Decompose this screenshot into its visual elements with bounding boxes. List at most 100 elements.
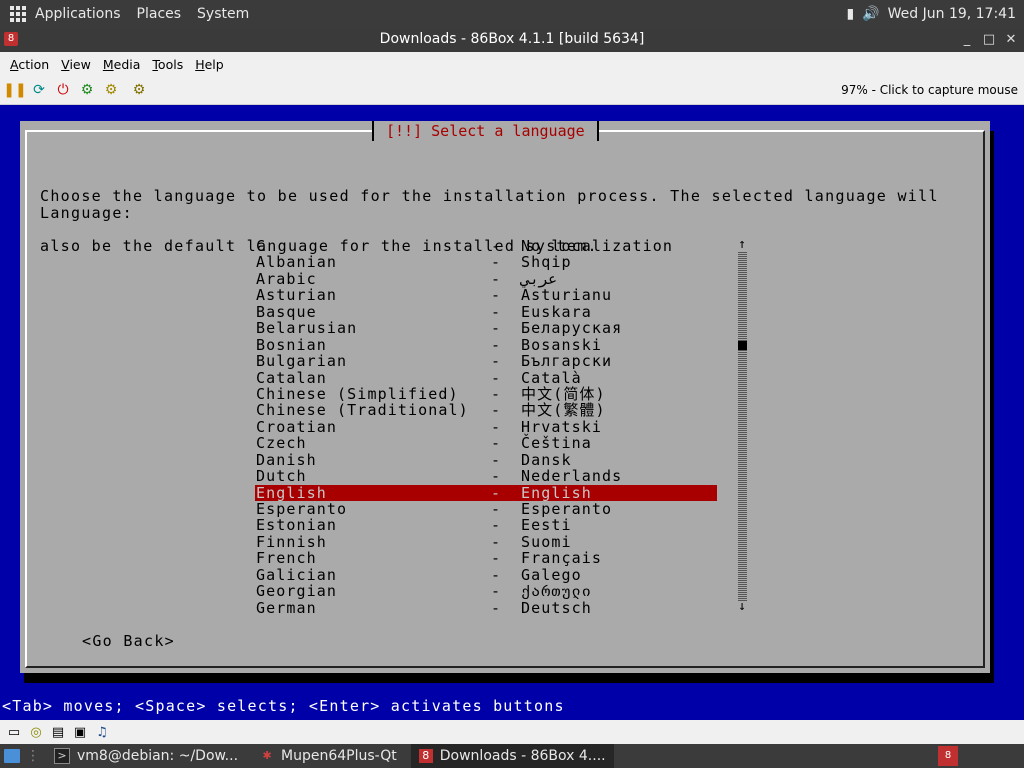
dialog-title: [!!] Select a language (372, 121, 599, 141)
language-separator: - (491, 598, 502, 617)
clock[interactable]: Wed Jun 19, 17:41 (888, 6, 1016, 22)
language-option[interactable]: Catalan - Català (255, 368, 717, 387)
language-option[interactable]: Chinese (Simplified) - 中文(简体) (255, 384, 717, 403)
reset-icon[interactable]: ⟳ (30, 81, 48, 99)
language-native-name: Dansk (521, 450, 572, 469)
scroll-track[interactable] (738, 251, 747, 601)
language-separator: - (491, 253, 502, 272)
language-name: Chinese (Traditional) (256, 401, 469, 420)
menubar: Action View Media Tools Help (0, 52, 1024, 76)
language-separator: - (491, 368, 502, 387)
terminal-icon: > (54, 748, 70, 764)
language-option[interactable]: German - Deutsch (255, 598, 717, 617)
language-option[interactable]: Finnish - Suomi (255, 532, 717, 551)
menu-view[interactable]: View (61, 57, 91, 72)
language-name: Finnish (256, 532, 327, 551)
language-separator: - (491, 401, 502, 420)
applications-menu[interactable]: Applications (35, 6, 121, 22)
language-name: C (256, 237, 267, 255)
language-separator: - (491, 319, 502, 338)
pause-icon[interactable]: ❚❚ (3, 81, 26, 99)
task-mupen[interactable]: ✱ Mupen64Plus-Qt (252, 744, 405, 768)
language-name: Catalan (256, 368, 327, 387)
network-icon[interactable]: ▣ (72, 724, 88, 740)
language-option[interactable]: Esperanto - Esperanto (255, 500, 717, 518)
tray-86box-icon[interactable]: 8 (938, 746, 958, 766)
language-name: Estonian (256, 516, 338, 535)
volume-icon[interactable]: 🔊 (862, 6, 879, 22)
language-native-name: Deutsch (521, 598, 592, 617)
language-native-name: 中文(简体) (521, 384, 606, 403)
show-desktop-icon[interactable] (4, 749, 20, 763)
language-native-name: Български (521, 352, 613, 371)
language-native-name: Shqip (521, 253, 572, 272)
language-option[interactable]: French - Français (255, 549, 717, 568)
language-name: Albanian (256, 253, 338, 272)
cdrom-icon[interactable]: ◎ (28, 724, 44, 740)
language-option[interactable]: Basque - Euskara (255, 303, 717, 320)
language-option[interactable]: Georgian - ქართული (255, 583, 717, 600)
language-option[interactable]: Danish - Dansk (255, 450, 717, 469)
scrollbar[interactable]: ↑ ↓ (736, 238, 748, 613)
language-native-name: Suomi (521, 532, 572, 551)
language-native-name: Esperanto (521, 500, 613, 518)
menu-action[interactable]: Action (10, 57, 49, 72)
close-button[interactable]: ✕ (1002, 31, 1020, 49)
language-option[interactable]: Galician - Galego (255, 565, 717, 584)
language-separator: - (491, 450, 502, 469)
language-option[interactable]: Belarusian - Беларуская (255, 319, 717, 338)
maximize-button[interactable]: □ (980, 31, 998, 49)
minimize-button[interactable]: _ (958, 31, 976, 49)
power-icon[interactable]: ⏻ (54, 81, 72, 99)
language-option[interactable]: English - English (255, 484, 717, 501)
sound-icon[interactable]: ♫ (94, 724, 110, 740)
scroll-down-arrow-icon[interactable]: ↓ (736, 600, 748, 613)
language-list[interactable]: C - No localization Albanian - Shqip Arabic - عر… (255, 238, 717, 616)
language-option[interactable]: Asturian - Asturianu (255, 286, 717, 305)
system-menu[interactable]: System (197, 6, 249, 22)
language-option[interactable]: Albanian - Shqip (255, 253, 717, 272)
task-terminal[interactable]: > vm8@debian: ~/Dow... (46, 744, 246, 768)
language-option[interactable]: Dutch - Nederlands (255, 467, 717, 486)
apps-grid-icon[interactable] (10, 5, 28, 23)
language-name: German (256, 598, 317, 617)
menu-help[interactable]: Help (195, 57, 224, 72)
scroll-thumb[interactable] (738, 341, 747, 350)
window-title: Downloads - 86Box 4.1.1 [build 5634] (379, 31, 645, 47)
scroll-up-arrow-icon[interactable]: ↑ (736, 238, 748, 251)
clipboard-icon[interactable]: ▮ (846, 6, 854, 22)
language-separator: - (491, 286, 502, 305)
language-separator: - (491, 516, 502, 535)
go-back-button[interactable]: <Go Back> (82, 633, 175, 650)
intro-line-1: Choose the language to be used for the i… (40, 187, 939, 205)
language-option[interactable]: Bosnian - Bosanski (255, 336, 717, 353)
language-separator: - (491, 384, 502, 403)
language-name: Czech (256, 434, 307, 453)
language-option[interactable]: Croatian - Hrvatski (255, 418, 717, 435)
places-menu[interactable]: Places (137, 6, 182, 22)
language-option[interactable]: Arabic - عربي (255, 269, 717, 288)
language-option[interactable]: Bulgarian - Български (255, 352, 717, 371)
language-native-name: Asturianu (521, 286, 613, 305)
menu-media[interactable]: Media (103, 57, 141, 72)
language-option[interactable]: Czech - Čeština (255, 434, 717, 453)
taskbar: ⋮ > vm8@debian: ~/Dow... ✱ Mupen64Plus-Q… (0, 744, 1024, 768)
language-separator: - (491, 467, 502, 486)
settings-icon[interactable]: ⚙ (130, 81, 148, 99)
ctrl-alt-esc-icon[interactable]: ⚙ (102, 81, 120, 99)
menu-tools[interactable]: Tools (152, 57, 183, 72)
language-name: Belarusian (256, 319, 358, 338)
task-86box[interactable]: 8 Downloads - 86Box 4.... (410, 744, 614, 768)
hard-disk-icon[interactable]: ▤ (50, 724, 66, 740)
floppy-icon[interactable]: ▭ (6, 724, 22, 740)
ctrl-alt-del-icon[interactable]: ⚙ (78, 81, 96, 99)
language-separator: - (491, 549, 502, 568)
emulated-screen[interactable]: [!!] Select a language Choose the langua… (0, 105, 1024, 719)
language-option[interactable]: Chinese (Traditional) - 中文(繁體) (255, 401, 717, 420)
language-option[interactable]: C - No localization (255, 237, 717, 255)
language-separator: - (491, 269, 502, 288)
language-name: Arabic (256, 269, 317, 288)
language-separator: - (491, 500, 502, 518)
language-option[interactable]: Estonian - Eesti (255, 516, 717, 535)
language-separator: - (491, 565, 502, 584)
